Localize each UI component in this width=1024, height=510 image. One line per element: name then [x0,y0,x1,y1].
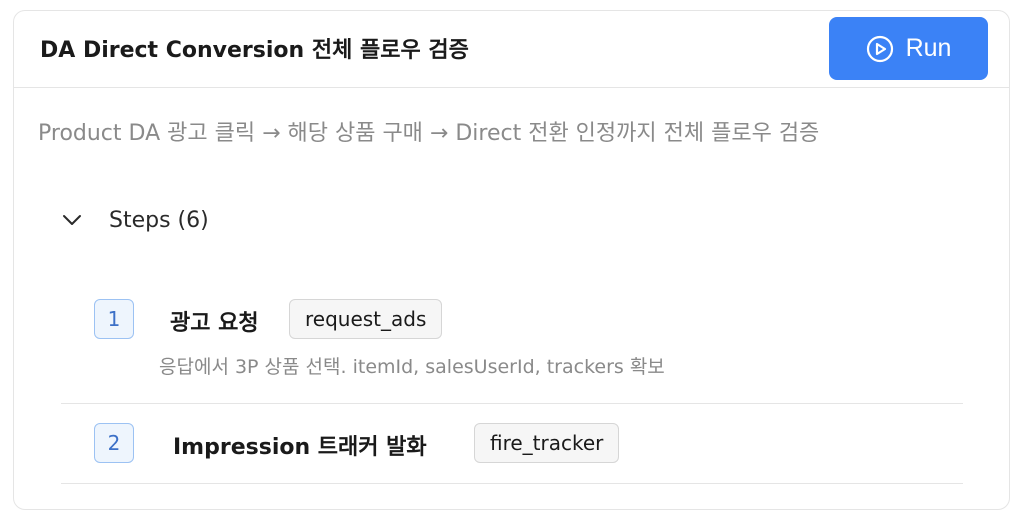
card-header: DA Direct Conversion 전체 플로우 검증 Run [14,11,1009,88]
step-action-code: fire_tracker [474,423,620,463]
steps-toggle[interactable]: Steps (6) [60,200,209,240]
step-item[interactable]: 1 광고 요청 request_ads 응답에서 3P 상품 선택. itemI… [61,282,963,404]
run-button-label: Run [905,34,952,62]
step-title: 광고 요청 [170,311,259,336]
step-title: Impression 트래커 발화 [173,435,427,460]
steps-header: Steps (6) [109,207,209,233]
step-number-badge: 2 [94,423,134,463]
chevron-down-icon [60,208,84,232]
step-item[interactable]: 2 Impression 트래커 발화 fire_tracker [61,403,963,484]
run-button[interactable]: Run [829,17,988,80]
step-number-badge: 1 [94,299,134,339]
step-action-code: request_ads [289,299,443,339]
step-description: 응답에서 3P 상품 선택. itemId, salesUserId, trac… [159,356,665,378]
flow-title: DA Direct Conversion 전체 플로우 검증 [40,38,469,63]
play-circle-icon [866,35,894,63]
flow-description: Product DA 광고 클릭 → 해당 상품 구매 → Direct 전환 … [38,121,820,146]
